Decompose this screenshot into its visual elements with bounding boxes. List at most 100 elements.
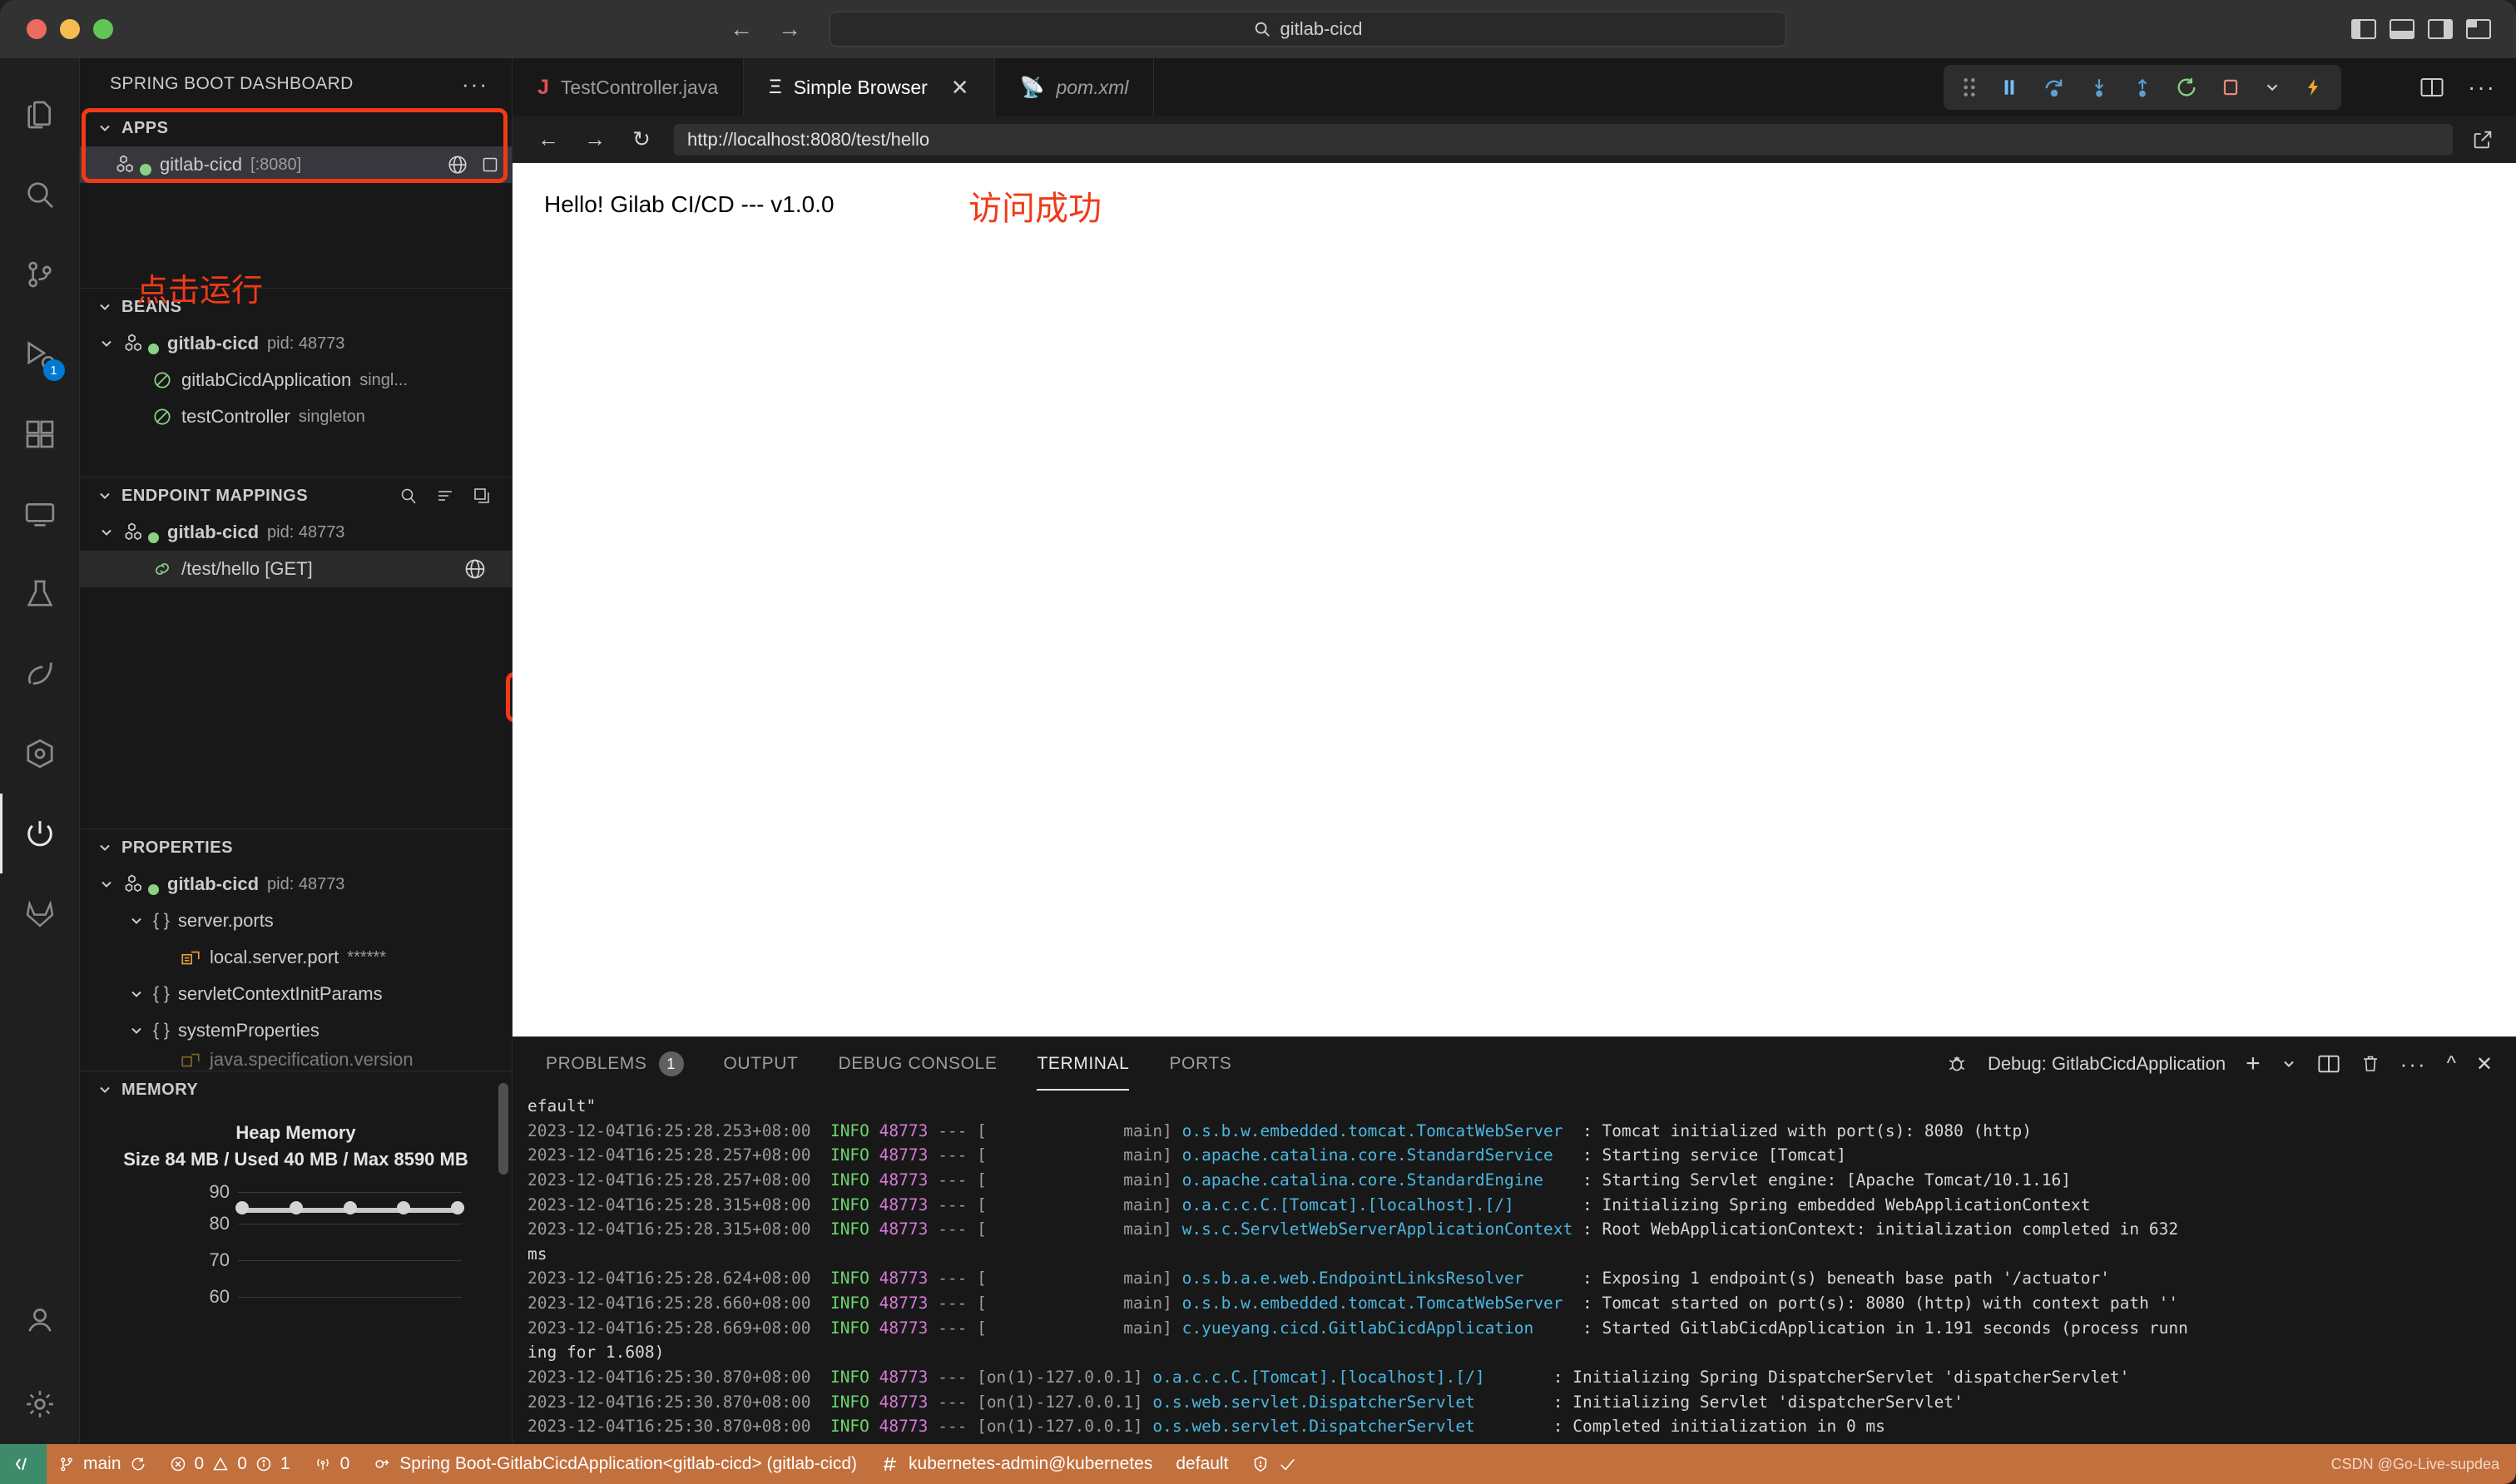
status-remote-window[interactable]	[0, 1444, 47, 1484]
minimize-window-button[interactable]	[60, 19, 80, 39]
app-row-actions[interactable]	[447, 154, 500, 176]
endpoint-mappings-header[interactable]: ENDPOINT MAPPINGS	[80, 477, 512, 514]
chevron-down-icon[interactable]	[2281, 1056, 2297, 1072]
more-actions-icon[interactable]: ···	[2400, 1051, 2427, 1077]
stop-icon[interactable]	[2220, 76, 2241, 99]
chevron-down-icon[interactable]	[128, 1022, 145, 1039]
globe-icon[interactable]	[447, 154, 468, 176]
toggle-primary-sidebar-icon[interactable]	[2351, 19, 2376, 39]
step-into-icon[interactable]	[2088, 76, 2110, 99]
restart-icon[interactable]	[2175, 76, 2198, 99]
endpoint-root-row[interactable]: gitlab-cicd pid: 48773	[80, 514, 512, 551]
url-input[interactable]: http://localhost:8080/test/hello	[674, 123, 2453, 156]
property-group-row[interactable]: { } server.ports	[80, 903, 512, 939]
split-editor-icon[interactable]	[2419, 77, 2444, 98]
status-shield[interactable]	[1240, 1455, 1308, 1473]
activity-remote-explorer[interactable]	[0, 474, 80, 554]
history-navigation[interactable]: ← →	[730, 16, 801, 42]
tab-ports[interactable]: PORTS	[1169, 1037, 1231, 1091]
new-terminal-icon[interactable]: +	[2246, 1050, 2261, 1078]
activity-source-control[interactable]	[0, 235, 80, 314]
tab-pom-xml[interactable]: 📡 pom.xml	[995, 58, 1155, 116]
command-center-input[interactable]: gitlab-cicd	[830, 12, 1786, 47]
split-terminal-icon[interactable]	[2317, 1054, 2340, 1074]
endpoint-row-actions[interactable]	[463, 557, 500, 581]
activity-accounts[interactable]	[0, 1284, 80, 1364]
step-over-icon[interactable]	[2042, 76, 2067, 99]
close-window-button[interactable]	[27, 19, 47, 39]
beans-root-row[interactable]: gitlab-cicd pid: 48773	[80, 325, 512, 362]
activity-run-and-debug[interactable]: 1	[0, 314, 80, 394]
status-run-config[interactable]: Spring Boot-GitlabCicdApplication<gitlab…	[361, 1454, 869, 1474]
status-kubernetes[interactable]: kubernetes-admin@kubernetes	[869, 1454, 1164, 1474]
activity-testing[interactable]	[0, 554, 80, 634]
maximize-panel-icon[interactable]: ^	[2447, 1052, 2456, 1076]
pause-icon[interactable]	[1998, 76, 2020, 99]
chevron-down-icon[interactable]	[98, 524, 115, 541]
editor-actions[interactable]: ···	[2419, 65, 2496, 110]
layout-controls[interactable]	[2351, 19, 2491, 39]
status-radio-tower[interactable]: 0	[302, 1454, 362, 1474]
activity-settings[interactable]	[0, 1364, 80, 1444]
terminal-output[interactable]: efault" 2023-12-04T16:25:28.253+08:00 INF…	[513, 1091, 2516, 1444]
panel-actions[interactable]: Debug: GitlabCicdApplication + ··· ^ ✕	[1946, 1050, 2493, 1078]
activity-extensions[interactable]	[0, 394, 80, 474]
step-out-icon[interactable]	[2132, 76, 2153, 99]
properties-root-row[interactable]: gitlab-cicd pid: 48773	[80, 866, 512, 903]
activity-explorer[interactable]	[0, 75, 80, 155]
hot-reload-icon[interactable]	[2303, 75, 2323, 100]
bean-row[interactable]: gitlabCicdApplication singl...	[80, 362, 512, 398]
tab-testcontroller-java[interactable]: J TestController.java	[513, 58, 745, 116]
apps-section-header[interactable]: APPS	[80, 110, 512, 146]
tab-problems[interactable]: PROBLEMS 1	[546, 1037, 684, 1091]
status-k8s-namespace[interactable]: default	[1164, 1454, 1240, 1474]
tab-terminal[interactable]: TERMINAL	[1037, 1037, 1129, 1091]
copy-icon[interactable]	[472, 486, 492, 506]
sync-icon[interactable]	[130, 1456, 146, 1472]
chevron-down-icon[interactable]	[98, 335, 115, 352]
more-actions-icon[interactable]: ···	[2468, 74, 2496, 101]
chevron-down-icon[interactable]	[2263, 78, 2281, 96]
stop-square-icon[interactable]	[480, 155, 500, 175]
chevron-down-icon[interactable]	[128, 986, 145, 1002]
property-group-row[interactable]: { } servletContextInitParams	[80, 976, 512, 1012]
sidebar-more-actions-icon[interactable]: ···	[462, 72, 488, 97]
toggle-secondary-sidebar-icon[interactable]	[2428, 19, 2453, 39]
activity-spring-dashboard[interactable]	[0, 794, 80, 873]
debug-toolbar[interactable]	[1944, 65, 2341, 110]
activity-kubernetes[interactable]	[0, 714, 80, 794]
chevron-down-icon[interactable]	[98, 876, 115, 893]
property-group-row[interactable]: { } systemProperties	[80, 1012, 512, 1049]
open-external-icon[interactable]	[2471, 128, 2494, 151]
go-forward-icon[interactable]: →	[778, 16, 801, 42]
activity-gitlab[interactable]	[0, 873, 80, 953]
tab-output[interactable]: OUTPUT	[724, 1037, 799, 1091]
property-row[interactable]: local.server.port ******	[80, 939, 512, 976]
bean-row[interactable]: testController singleton	[80, 398, 512, 435]
search-icon[interactable]	[399, 486, 419, 506]
arrow-left-icon[interactable]: ←	[534, 126, 562, 152]
activity-search[interactable]	[0, 155, 80, 235]
arrow-right-icon[interactable]: →	[581, 126, 609, 152]
list-icon[interactable]	[435, 486, 455, 506]
toggle-panel-icon[interactable]	[2390, 19, 2414, 39]
refresh-icon[interactable]: ↻	[627, 126, 656, 152]
close-panel-icon[interactable]: ✕	[2476, 1052, 2493, 1076]
window-controls[interactable]	[27, 19, 113, 39]
customize-layout-icon[interactable]	[2466, 19, 2491, 39]
apps-item-gitlab-cicd[interactable]: gitlab-cicd [:8080]	[80, 146, 512, 183]
activity-spring-boot[interactable]	[0, 634, 80, 714]
maximize-window-button[interactable]	[93, 19, 113, 39]
chevron-down-icon[interactable]	[128, 913, 145, 929]
property-row[interactable]: java.specification.version	[80, 1049, 512, 1071]
go-back-icon[interactable]: ←	[730, 16, 753, 42]
status-problems[interactable]: 0 0 1	[158, 1454, 302, 1474]
status-branch[interactable]: main	[47, 1454, 158, 1474]
tab-simple-browser[interactable]: Ξ Simple Browser ✕	[744, 58, 995, 116]
globe-icon[interactable]	[463, 557, 487, 581]
endpoint-row[interactable]: /test/hello [GET]	[80, 551, 512, 587]
sidebar-scrollbar[interactable]	[498, 1083, 508, 1175]
tab-debug-console[interactable]: DEBUG CONSOLE	[838, 1037, 997, 1091]
kill-terminal-icon[interactable]	[2360, 1053, 2380, 1075]
memory-section-header[interactable]: MEMORY	[80, 1071, 512, 1108]
